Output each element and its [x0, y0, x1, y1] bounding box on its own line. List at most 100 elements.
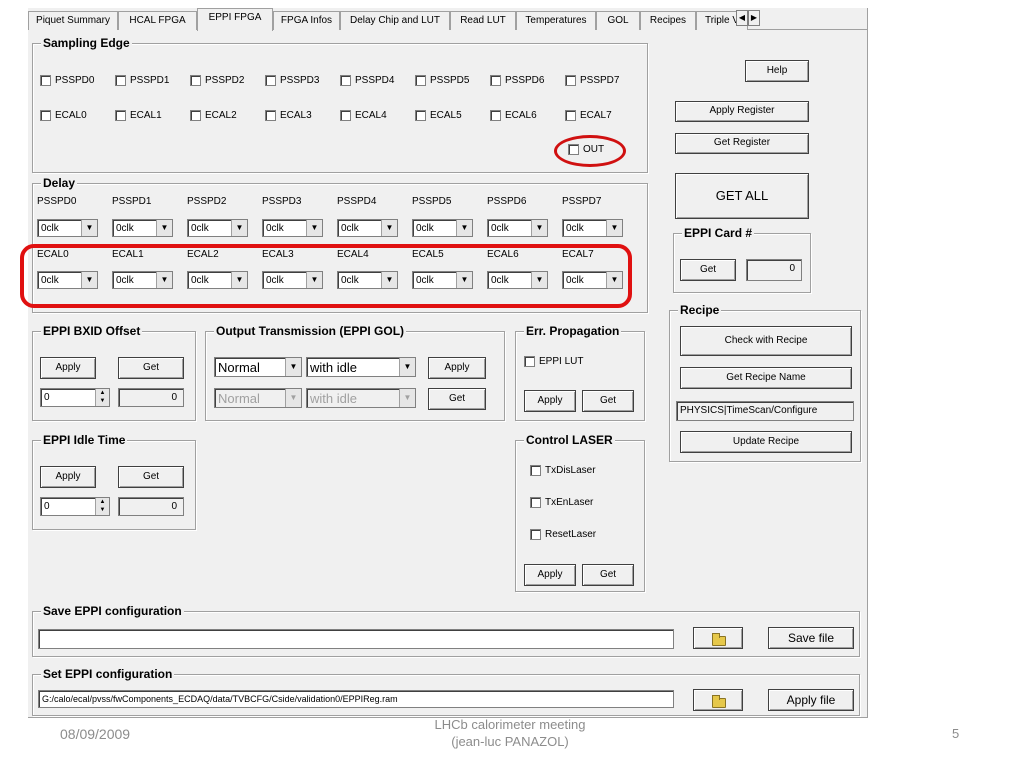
checkbox-box[interactable] — [565, 75, 576, 86]
sampling-edge-checkbox[interactable]: ECAL4 — [340, 110, 387, 121]
checkbox-box[interactable] — [565, 110, 576, 121]
chevron-down-icon[interactable]: ▼ — [606, 220, 622, 236]
output-mode-select[interactable]: Normal ▼ — [214, 357, 302, 377]
save-path-input[interactable] — [38, 629, 674, 649]
checkbox-box[interactable] — [524, 356, 535, 367]
idle-get-button[interactable]: Get — [118, 466, 184, 488]
checkbox-box[interactable] — [490, 110, 501, 121]
delay-select-value: 0clk — [416, 222, 434, 234]
checkbox-box[interactable] — [115, 110, 126, 121]
chevron-down-icon[interactable]: ▼ — [81, 220, 97, 236]
err-apply-button[interactable]: Apply — [524, 390, 576, 412]
sampling-edge-checkbox[interactable]: ECAL7 — [565, 110, 612, 121]
checkbox-box[interactable] — [40, 75, 51, 86]
chevron-down-icon[interactable]: ▼ — [285, 358, 301, 376]
checkbox-resetlaser[interactable]: ResetLaser — [530, 529, 596, 540]
bxid-apply-button[interactable]: Apply — [40, 357, 96, 379]
checkbox-box[interactable] — [40, 110, 51, 121]
chevron-down-icon[interactable]: ▼ — [399, 358, 415, 376]
tab-fpga-infos[interactable]: FPGA Infos — [273, 11, 340, 30]
delay-select[interactable]: 0clk ▼ — [187, 219, 248, 237]
tab-piquet-summary[interactable]: Piquet Summary — [28, 11, 118, 30]
card-get-button[interactable]: Get — [680, 259, 736, 281]
delay-select[interactable]: 0clk ▼ — [112, 219, 173, 237]
checkbox-txenlaser[interactable]: TxEnLaser — [530, 497, 593, 508]
checkbox-box[interactable] — [340, 110, 351, 121]
err-get-button[interactable]: Get — [582, 390, 634, 412]
sampling-edge-checkbox[interactable]: ECAL2 — [190, 110, 237, 121]
sampling-edge-checkbox[interactable]: PSSPD3 — [265, 75, 319, 86]
checkbox-box[interactable] — [530, 465, 541, 476]
sampling-edge-checkbox[interactable]: PSSPD1 — [115, 75, 169, 86]
sampling-edge-checkbox[interactable]: ECAL1 — [115, 110, 162, 121]
laser-get-button[interactable]: Get — [582, 564, 634, 586]
delay-select[interactable]: 0clk ▼ — [262, 219, 323, 237]
tab-recipes[interactable]: Recipes — [640, 11, 696, 30]
delay-select[interactable]: 0clk ▼ — [412, 219, 473, 237]
tab-hcal-fpga[interactable]: HCAL FPGA — [118, 11, 197, 30]
sampling-edge-checkbox[interactable]: ECAL6 — [490, 110, 537, 121]
set-path-input[interactable]: G:/calo/ecal/pvss/fwComponents_ECDAQ/dat… — [38, 690, 674, 708]
checkbox-box[interactable] — [490, 75, 501, 86]
tab-scroll-left-icon[interactable]: ◀ — [736, 10, 748, 26]
sampling-edge-checkbox[interactable]: PSSPD4 — [340, 75, 394, 86]
save-browse-button[interactable] — [693, 627, 743, 649]
checkbox-box[interactable] — [530, 497, 541, 508]
output-idle-select[interactable]: with idle ▼ — [306, 357, 416, 377]
save-file-button[interactable]: Save file — [768, 627, 854, 649]
update-recipe-button[interactable]: Update Recipe — [680, 431, 852, 453]
delay-select[interactable]: 0clk ▼ — [37, 219, 98, 237]
chevron-down-icon[interactable]: ▼ — [381, 220, 397, 236]
chevron-down-icon[interactable]: ▼ — [456, 220, 472, 236]
checkbox-eppi-lut[interactable]: EPPI LUT — [524, 356, 583, 367]
get-all-button[interactable]: GET ALL — [675, 173, 809, 219]
checkbox-box[interactable] — [265, 75, 276, 86]
sampling-edge-checkbox[interactable]: ECAL3 — [265, 110, 312, 121]
tab-gol[interactable]: GOL — [596, 11, 640, 30]
checkbox-box[interactable] — [415, 110, 426, 121]
get-register-button[interactable]: Get Register — [675, 133, 809, 154]
checkbox-box[interactable] — [190, 110, 201, 121]
tab-temperatures[interactable]: Temperatures — [516, 11, 596, 30]
sampling-edge-checkbox[interactable]: PSSPD6 — [490, 75, 544, 86]
checkbox-txdislaser[interactable]: TxDisLaser — [530, 465, 596, 476]
set-browse-button[interactable] — [693, 689, 743, 711]
checkbox-box[interactable] — [265, 110, 276, 121]
sampling-edge-checkbox[interactable]: ECAL0 — [40, 110, 87, 121]
spin-arrows-icon[interactable]: ▲ ▼ — [95, 389, 109, 406]
sampling-edge-checkbox[interactable]: PSSPD0 — [40, 75, 94, 86]
delay-select[interactable]: 0clk ▼ — [562, 219, 623, 237]
checkbox-box[interactable] — [190, 75, 201, 86]
laser-apply-button[interactable]: Apply — [524, 564, 576, 586]
tab-scroll-right-icon[interactable]: ▶ — [748, 10, 760, 26]
tab-delay-chip-lut[interactable]: Delay Chip and LUT — [340, 11, 450, 30]
checkbox-box[interactable] — [530, 529, 541, 540]
sampling-edge-checkbox[interactable]: ECAL5 — [415, 110, 462, 121]
get-recipe-name-button[interactable]: Get Recipe Name — [680, 367, 852, 389]
idle-apply-button[interactable]: Apply — [40, 466, 96, 488]
output-apply-button[interactable]: Apply — [428, 357, 486, 379]
checkbox-box[interactable] — [340, 75, 351, 86]
spin-arrows-icon[interactable]: ▲ ▼ — [95, 498, 109, 515]
chevron-down-icon[interactable]: ▼ — [156, 220, 172, 236]
checkbox-box[interactable] — [115, 75, 126, 86]
sampling-edge-checkbox[interactable]: PSSPD5 — [415, 75, 469, 86]
sampling-edge-checkbox[interactable]: PSSPD7 — [565, 75, 619, 86]
tab-eppi-fpga[interactable]: EPPI FPGA — [197, 8, 273, 31]
apply-file-button[interactable]: Apply file — [768, 689, 854, 711]
chevron-down-icon[interactable]: ▼ — [531, 220, 547, 236]
idle-spinbox[interactable]: 0 ▲ ▼ — [40, 497, 110, 516]
bxid-spinbox[interactable]: 0 ▲ ▼ — [40, 388, 110, 407]
delay-select[interactable]: 0clk ▼ — [487, 219, 548, 237]
delay-select[interactable]: 0clk ▼ — [337, 219, 398, 237]
output-get-button[interactable]: Get — [428, 388, 486, 410]
check-with-recipe-button[interactable]: Check with Recipe — [680, 326, 852, 356]
chevron-down-icon[interactable]: ▼ — [231, 220, 247, 236]
help-button[interactable]: Help — [745, 60, 809, 82]
tab-read-lut[interactable]: Read LUT — [450, 11, 516, 30]
bxid-get-button[interactable]: Get — [118, 357, 184, 379]
apply-register-button[interactable]: Apply Register — [675, 101, 809, 122]
sampling-edge-checkbox[interactable]: PSSPD2 — [190, 75, 244, 86]
chevron-down-icon[interactable]: ▼ — [306, 220, 322, 236]
checkbox-box[interactable] — [415, 75, 426, 86]
